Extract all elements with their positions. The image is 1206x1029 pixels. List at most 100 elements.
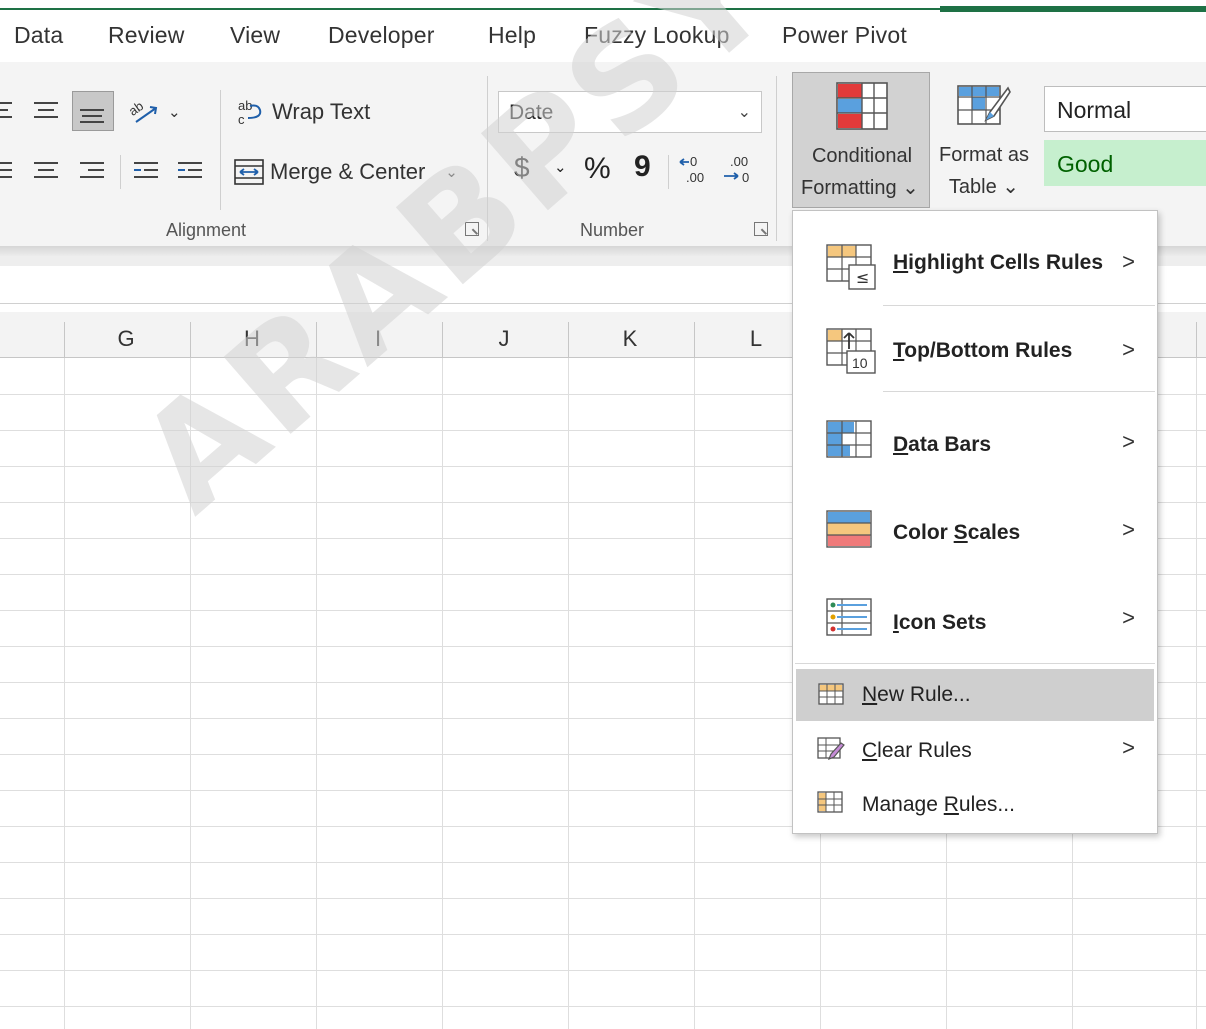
menu-item-color-scales[interactable]: Color Scales >	[793, 485, 1157, 573]
svg-text:.00: .00	[686, 170, 704, 185]
chevron-right-icon: >	[1122, 337, 1135, 362]
tab-fuzzy-lookup[interactable]: Fuzzy Lookup	[584, 22, 730, 49]
top-bottom-rules-label: Top/Bottom Rules	[893, 339, 1073, 362]
accounting-format-button[interactable]: $	[514, 152, 530, 184]
menu-item-manage-rules[interactable]: Manage Rules...	[793, 777, 1157, 831]
clear-rules-label: Clear Rules	[862, 739, 972, 762]
column-divider	[442, 322, 443, 358]
ribbon-separator	[220, 90, 221, 210]
column-header-j[interactable]: J	[484, 326, 524, 352]
align-left-text-icon[interactable]	[0, 161, 14, 181]
merge-dropdown-icon[interactable]: ⌄	[445, 163, 458, 181]
comma-style-button[interactable]: 9	[634, 150, 651, 184]
column-gridline	[568, 358, 569, 1029]
column-header-g[interactable]: G	[106, 326, 146, 352]
column-divider	[316, 322, 317, 358]
top-bottom-rules-icon: 10	[826, 328, 876, 374]
svg-text:10: 10	[852, 355, 868, 371]
manage-rules-icon	[817, 791, 843, 813]
orientation-dropdown-icon: ⌄	[168, 104, 181, 121]
format-as-table-label: Format as	[938, 144, 1030, 166]
column-divider	[568, 322, 569, 358]
column-header-i[interactable]: I	[358, 326, 398, 352]
svg-text:0: 0	[742, 170, 749, 185]
menu-item-icon-sets[interactable]: Icon Sets >	[793, 573, 1157, 663]
row-gridline	[0, 970, 1206, 971]
orientation-icon: ab	[128, 98, 158, 123]
tab-help[interactable]: Help	[488, 22, 536, 49]
tab-developer[interactable]: Developer	[328, 22, 435, 49]
column-gridline	[442, 358, 443, 1029]
title-bar-accent	[0, 0, 1206, 12]
cell-style-normal[interactable]: Normal	[1044, 86, 1206, 132]
number-format-value: Date	[509, 101, 554, 124]
wrap-text-icon: ab c	[238, 98, 262, 126]
color-scales-icon	[826, 510, 872, 548]
chevron-right-icon: >	[1122, 605, 1135, 630]
menu-item-data-bars[interactable]: Data Bars >	[793, 395, 1157, 485]
align-right-text-icon[interactable]	[80, 161, 106, 181]
menu-separator	[883, 391, 1155, 392]
increase-decimal-icon[interactable]: 0 .00	[678, 152, 714, 186]
column-header-k[interactable]: K	[610, 326, 650, 352]
group-separator	[776, 76, 777, 241]
row-gridline	[0, 862, 1206, 863]
column-header-h[interactable]: H	[232, 326, 272, 352]
column-gridline	[190, 358, 191, 1029]
cell-style-good[interactable]: Good	[1044, 140, 1206, 186]
align-middle-icon[interactable]	[34, 101, 60, 121]
row-gridline	[0, 934, 1206, 935]
column-gridline	[316, 358, 317, 1029]
svg-text:≤: ≤	[856, 268, 869, 287]
decrease-decimal-icon[interactable]: .00 0	[722, 152, 758, 186]
merge-center-button[interactable]: Merge & Center ⌄	[234, 158, 458, 186]
number-dialog-launcher-icon[interactable]	[754, 222, 768, 236]
conditional-formatting-button[interactable]: Conditional Formatting ⌄	[792, 72, 930, 208]
data-bars-icon	[826, 420, 872, 458]
conditional-formatting-icon	[836, 82, 888, 130]
svg-text:.00: .00	[730, 154, 748, 169]
alignment-group-label: Alignment	[166, 220, 247, 240]
align-center-text-icon[interactable]	[34, 161, 60, 181]
chevron-right-icon: >	[1122, 429, 1135, 454]
align-left-icon[interactable]	[0, 101, 14, 121]
cell-style-normal-label: Normal	[1057, 97, 1132, 123]
menu-item-top-bottom-rules[interactable]: 10 Top/Bottom Rules >	[793, 307, 1157, 393]
chevron-down-icon: ⌄	[737, 104, 751, 121]
highlight-cells-rules-icon: ≤	[826, 244, 876, 290]
tab-review[interactable]: Review	[108, 22, 185, 49]
wrap-text-button[interactable]: ab c Wrap Text	[236, 98, 370, 126]
column-divider	[694, 322, 695, 358]
merge-center-icon	[234, 159, 264, 185]
conditional-formatting-label: Conditional	[811, 145, 913, 167]
clear-rules-icon	[817, 737, 845, 761]
column-gridline	[1196, 358, 1197, 1029]
number-format-select[interactable]: Date ⌄	[498, 91, 762, 133]
number-group-label: Number	[580, 220, 645, 240]
decrease-indent-icon[interactable]	[134, 161, 160, 181]
chevron-right-icon: >	[1122, 249, 1135, 274]
menu-item-new-rule[interactable]: New Rule...	[796, 669, 1154, 721]
increase-indent-icon[interactable]	[178, 161, 204, 181]
accounting-dropdown-icon[interactable]: ⌄	[554, 158, 567, 176]
alignment-dialog-launcher-icon[interactable]	[465, 222, 479, 236]
svg-text:c: c	[238, 112, 245, 126]
ribbon-tabs: Data Review View Developer Help Fuzzy Lo…	[0, 22, 1206, 62]
tab-data[interactable]: Data	[14, 22, 63, 49]
menu-item-clear-rules[interactable]: Clear Rules >	[793, 723, 1157, 777]
highlight-cells-rules-label: Highlight Cells Rules	[893, 251, 1104, 274]
row-gridline	[0, 898, 1206, 899]
group-separator	[487, 76, 488, 241]
column-gridline	[694, 358, 695, 1029]
column-gridline	[64, 358, 65, 1029]
tab-power-pivot[interactable]: Power Pivot	[782, 22, 907, 49]
format-as-table-label-2: Table ⌄	[948, 176, 1020, 198]
menu-item-highlight-cells-rules[interactable]: ≤ Highlight Cells Rules >	[793, 219, 1157, 307]
orientation-button[interactable]: ab ⌄	[128, 98, 181, 126]
chevron-right-icon: >	[1122, 735, 1135, 760]
column-header-l[interactable]: L	[736, 326, 776, 352]
percent-style-button[interactable]: %	[584, 152, 611, 186]
wrap-text-label: Wrap Text	[272, 99, 371, 124]
tab-view[interactable]: View	[230, 22, 280, 49]
format-as-table-button[interactable]: Format as Table ⌄	[932, 72, 1036, 208]
